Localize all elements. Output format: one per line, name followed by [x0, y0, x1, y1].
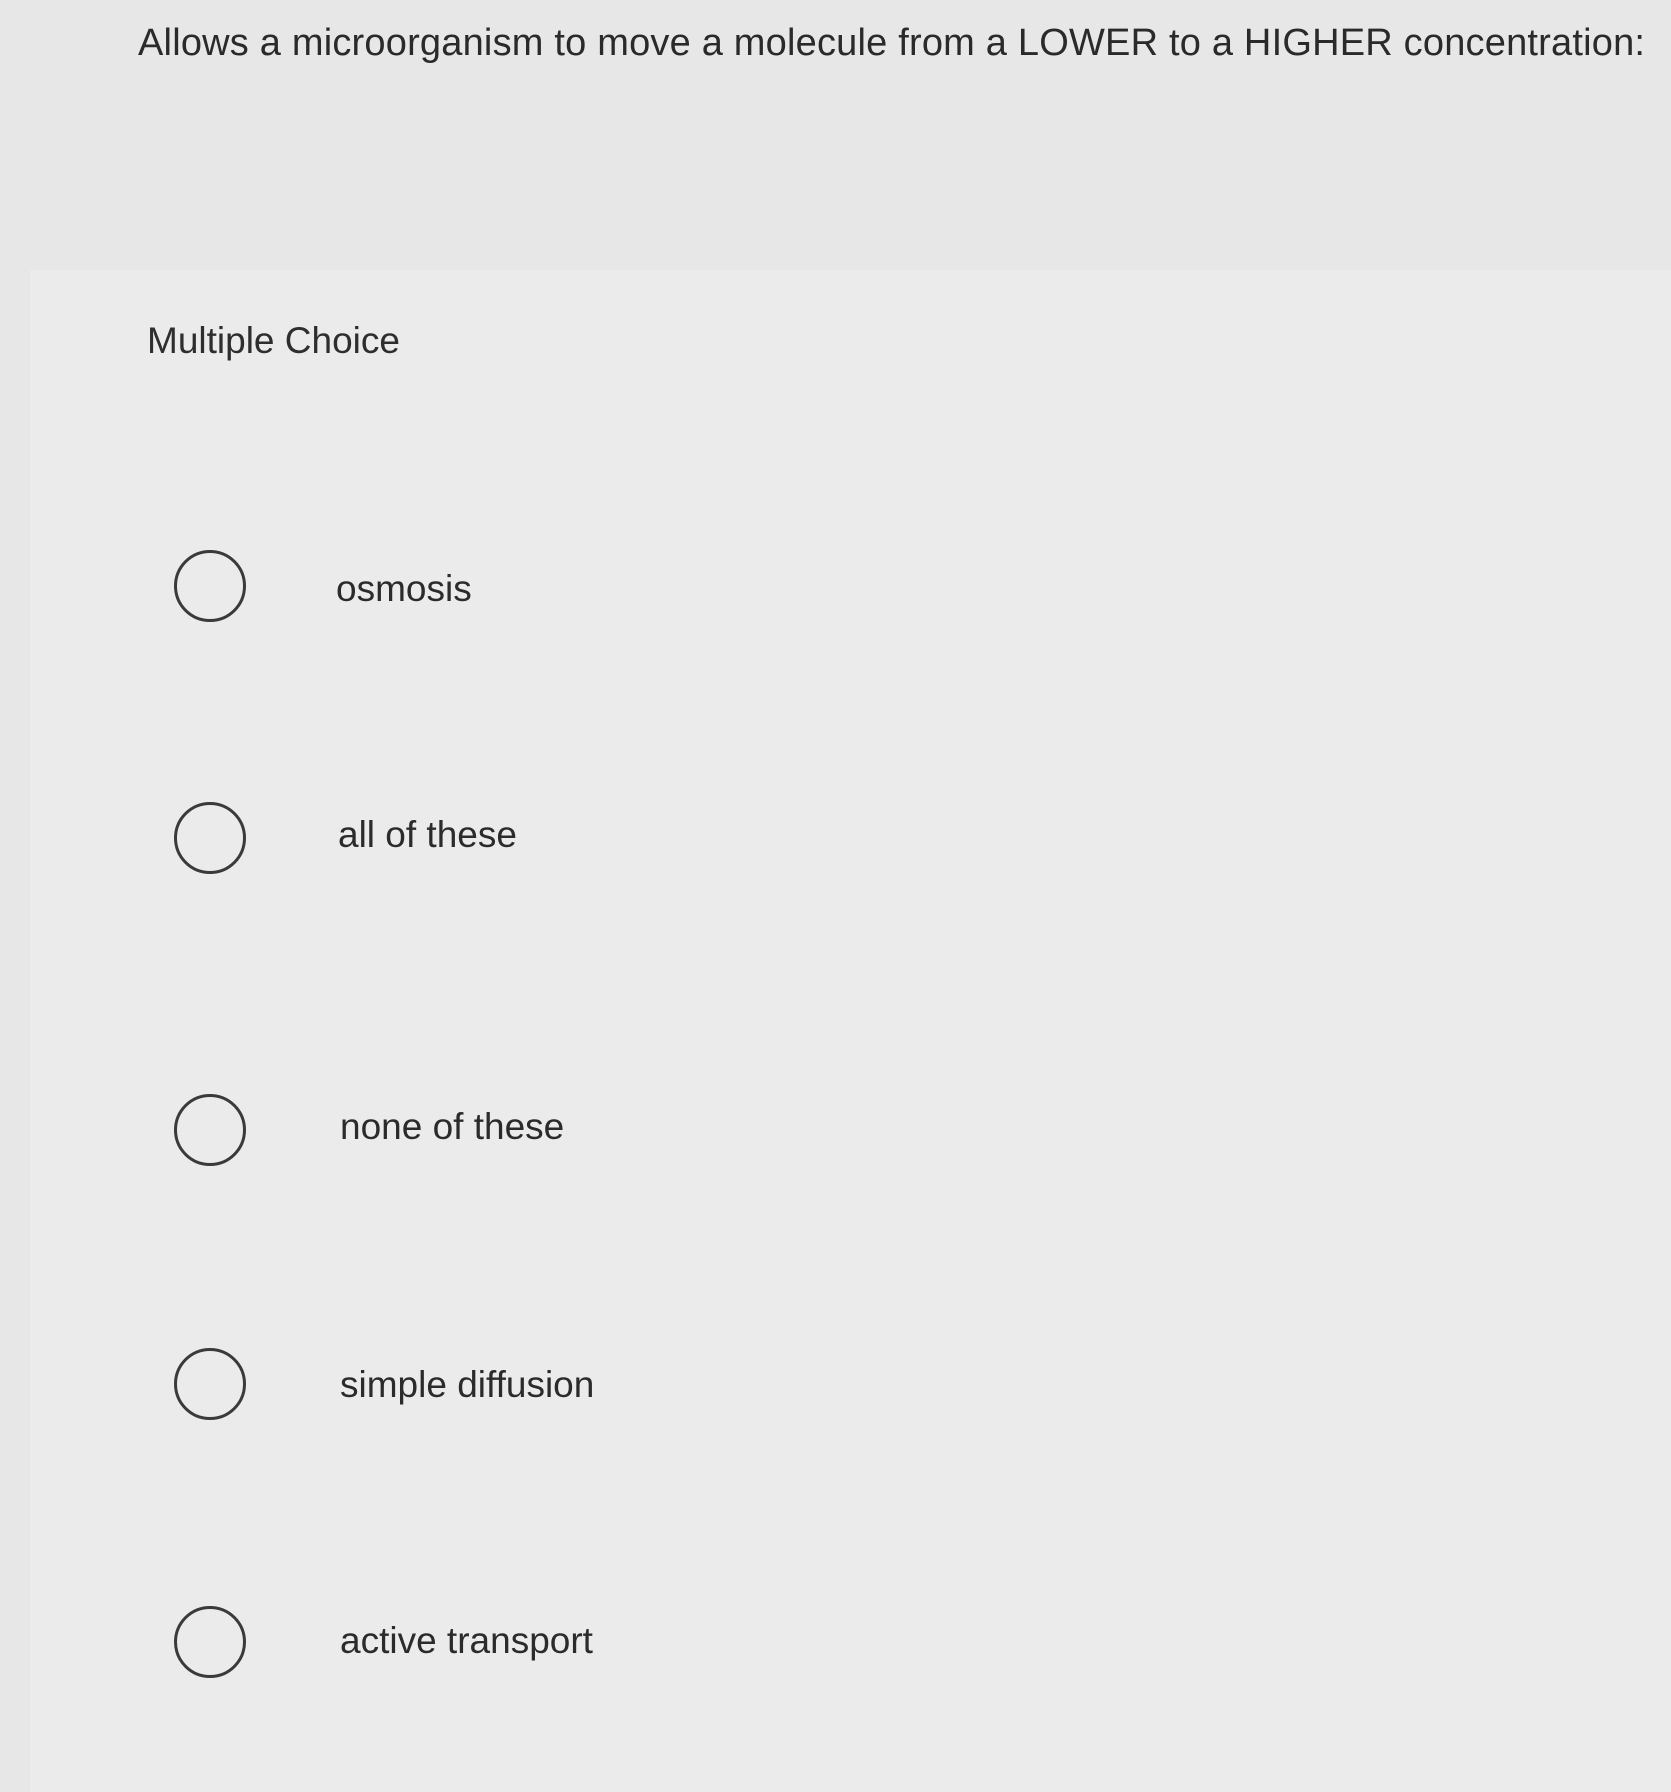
- radio-button[interactable]: [174, 1094, 246, 1166]
- radio-button[interactable]: [174, 1348, 246, 1420]
- answer-options: osmosis all of these none of these simpl…: [0, 0, 1671, 1792]
- option-active-transport[interactable]: active transport: [110, 1536, 1640, 1756]
- option-label[interactable]: active transport: [340, 1620, 593, 1662]
- option-label[interactable]: simple diffusion: [340, 1364, 594, 1406]
- option-label[interactable]: all of these: [338, 814, 517, 856]
- option-simple-diffusion[interactable]: simple diffusion: [110, 1276, 1640, 1496]
- option-label[interactable]: osmosis: [336, 568, 472, 610]
- option-none-of-these[interactable]: none of these: [110, 1022, 1640, 1242]
- radio-button[interactable]: [174, 550, 246, 622]
- radio-button[interactable]: [174, 1606, 246, 1678]
- option-all-of-these[interactable]: all of these: [110, 730, 1640, 950]
- quiz-page: Allows a microorganism to move a molecul…: [0, 0, 1671, 1792]
- option-label[interactable]: none of these: [340, 1106, 564, 1148]
- radio-button[interactable]: [174, 802, 246, 874]
- option-osmosis[interactable]: osmosis: [110, 480, 1640, 700]
